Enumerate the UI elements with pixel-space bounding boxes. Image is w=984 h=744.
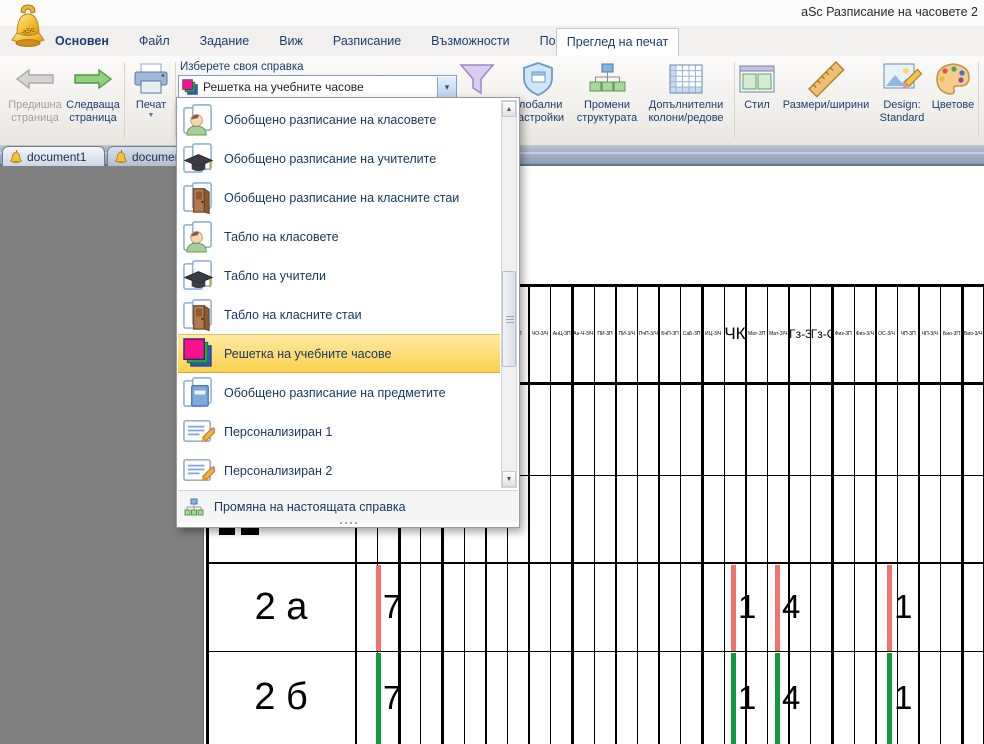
dropdown-item-label: Обобщено разписание на предметите: [224, 386, 446, 400]
report-combobox-value: Решетка на учебните часове: [198, 80, 437, 94]
report-dropdown-popup: Обобщено разписание на класовете Обобщено…: [176, 97, 520, 528]
palette-icon: [933, 59, 973, 99]
dropdown-item-label: Табло на учители: [224, 269, 326, 283]
separator: [124, 62, 125, 138]
design-button[interactable]: Design: Standard: [876, 59, 928, 141]
dropdown-item-9[interactable]: Персонализиран 1: [178, 412, 500, 451]
scroll-up-button[interactable]: ▲: [502, 101, 516, 117]
dropdown-item-label: Решетка на учебните часове: [224, 347, 391, 361]
dropdown-item-10[interactable]: Персонализиран 2: [178, 451, 500, 490]
dropdown-scrollbar[interactable]: ▲ ▼: [501, 100, 517, 488]
rooms-report-icon: [182, 181, 215, 214]
layout-style-icon: [738, 59, 776, 99]
colors-button[interactable]: Цветове: [928, 59, 978, 141]
design-picture-icon: [882, 59, 922, 99]
scroll-down-button[interactable]: ▼: [502, 471, 516, 487]
document-bell-icon: [114, 149, 128, 164]
change-structure-button[interactable]: Промени структурата: [571, 59, 643, 141]
menu-item-1[interactable]: Основен: [55, 34, 109, 48]
document-bell-icon: [9, 149, 23, 164]
menu-item-2[interactable]: Файл: [139, 34, 170, 48]
window-title: aSc Разписание на часовете 2: [801, 5, 978, 19]
dropdown-item-2[interactable]: Обобщено разписание на учителите: [178, 139, 500, 178]
combobox-dropdown-button[interactable]: ▾: [437, 77, 456, 97]
menu-item-5[interactable]: Разписание: [333, 34, 401, 48]
tab-print-preview[interactable]: Преглед на печат: [556, 28, 679, 57]
teachers-report-icon: [182, 259, 215, 292]
report-dropdown-list: Обобщено разписание на класовете Обобщено…: [178, 100, 500, 490]
dropdown-item-6[interactable]: Табло на класните стаи: [178, 295, 500, 334]
title-bar: aSc Разписание на часовете 2: [0, 0, 984, 26]
report-combobox[interactable]: Решетка на учебните часове ▾: [178, 75, 457, 99]
dropdown-item-5[interactable]: Табло на учители: [178, 256, 500, 295]
table-grid-icon: [668, 59, 704, 99]
dropdown-item-label: Табло на класовете: [224, 230, 339, 244]
change-report-footer-button[interactable]: Промяна на настоящата справка: [178, 490, 518, 522]
next-page-button[interactable]: Следваща страница: [64, 59, 122, 141]
dimensions-button[interactable]: Размери/ширини: [778, 59, 874, 141]
org-chart-icon: [588, 59, 626, 99]
custom-report-icon: [182, 415, 215, 448]
extra-columns-button[interactable]: Допълнителни колони/редове: [642, 59, 730, 141]
change-report-label: Промяна на настоящата справка: [214, 500, 406, 514]
print-dropdown-caret[interactable]: ▼: [148, 112, 155, 120]
arrow-left-icon: [15, 59, 55, 99]
menu-item-3[interactable]: Задание: [200, 34, 250, 48]
menu-item-6[interactable]: Възможности: [431, 34, 509, 48]
style-button[interactable]: Стил: [738, 59, 776, 141]
tab-document1[interactable]: document1: [2, 146, 105, 166]
dropdown-item-label: Обобщено разписание на класните стаи: [224, 191, 459, 205]
menu-item-4[interactable]: Виж: [279, 34, 303, 48]
printer-icon: [132, 59, 170, 99]
dropdown-item-3[interactable]: Обобщено разписание на класните стаи: [178, 178, 500, 217]
dropdown-item-label: Обобщено разписание на учителите: [224, 152, 436, 166]
dropdown-item-8[interactable]: Обобщено разписание на предметите: [178, 373, 500, 412]
grid-report-icon: [182, 79, 198, 95]
separator: [734, 62, 735, 138]
dropdown-item-label: Табло на класните стаи: [224, 308, 362, 322]
subjects-report-icon: [182, 376, 215, 409]
classes-report-icon: [182, 103, 215, 136]
dropdown-item-1[interactable]: Обобщено разписание на класовете: [178, 100, 500, 139]
rooms-report-icon: [182, 298, 215, 331]
scroll-thumb[interactable]: [502, 271, 516, 367]
menu-bar: Основен Файл Задание Виж Разписание Възможнос…: [0, 26, 984, 56]
report-picker-label: Изберете своя справка: [180, 61, 304, 73]
menubar-items: Основен Файл Задание Виж Разписание Възможнос…: [55, 26, 611, 56]
app-window: 3ПЧО-3/ЧАнЦ-3ПАн-Ч-3/ЧПИ-3ППИ-3/ЧПчП-3/Ч…: [0, 0, 984, 744]
dropdown-item-label: Обобщено разписание на класовете: [224, 113, 436, 127]
shield-icon: [520, 59, 556, 99]
custom-report-icon: [182, 454, 215, 487]
dropdown-item-label: Персонализиран 2: [224, 464, 332, 478]
ruler-icon: [806, 59, 846, 99]
print-button[interactable]: Печат ▼: [128, 59, 174, 141]
dropdown-item-4[interactable]: Табло на класовете: [178, 217, 500, 256]
separator: [978, 62, 979, 138]
classes-report-icon: [182, 220, 215, 253]
teachers-report-icon: [182, 142, 215, 175]
asc-bell-logo: -aSc: [8, 2, 48, 50]
dropdown-item-7-selected[interactable]: Решетка на учебните часове: [178, 334, 500, 373]
funnel-icon: [455, 59, 499, 99]
prev-page-button[interactable]: Предишна страница: [6, 59, 64, 141]
arrow-right-icon: [73, 59, 113, 99]
dropdown-item-label: Персонализиран 1: [224, 425, 332, 439]
resize-grip[interactable]: [177, 522, 519, 527]
change-report-icon: [184, 498, 204, 516]
grid-report-icon: [182, 337, 215, 370]
